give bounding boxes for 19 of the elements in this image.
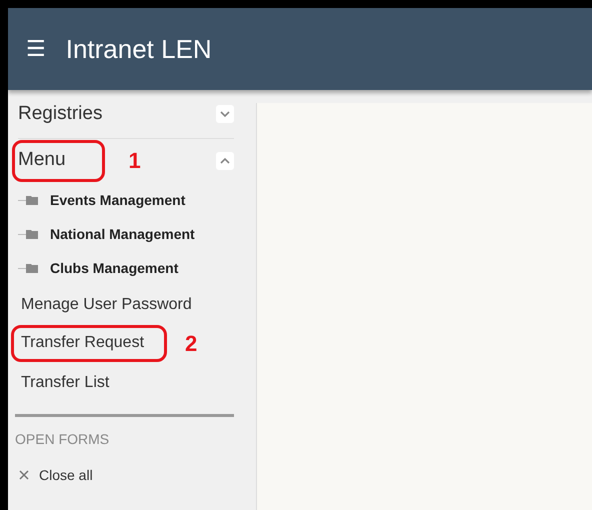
menu-link[interactable]: Transfer Request xyxy=(21,334,144,352)
open-forms-heading: OPEN FORMS xyxy=(14,430,110,449)
toggle-button[interactable] xyxy=(216,152,234,170)
section-heading[interactable]: Registries xyxy=(18,103,216,125)
menu-item[interactable]: National Management xyxy=(50,226,195,242)
chevron-icon xyxy=(220,158,230,164)
app-title: Intranet LEN xyxy=(66,34,212,64)
close-all-link[interactable]: Close all xyxy=(39,467,93,483)
close-icon[interactable] xyxy=(19,470,29,480)
menu-item[interactable]: Clubs Management xyxy=(50,260,178,276)
chevron-icon xyxy=(220,111,230,117)
menu-link[interactable]: Menage User Password xyxy=(21,296,192,314)
section-heading[interactable]: Menu xyxy=(18,149,66,171)
annotation-number: 2 xyxy=(185,330,198,356)
toggle-button[interactable] xyxy=(216,105,234,123)
annotation-number: 1 xyxy=(128,148,142,174)
menu-link[interactable]: Transfer List xyxy=(21,374,110,392)
menu-item[interactable]: Events Management xyxy=(50,192,186,208)
menu-icon[interactable]: ☰ xyxy=(26,36,46,62)
